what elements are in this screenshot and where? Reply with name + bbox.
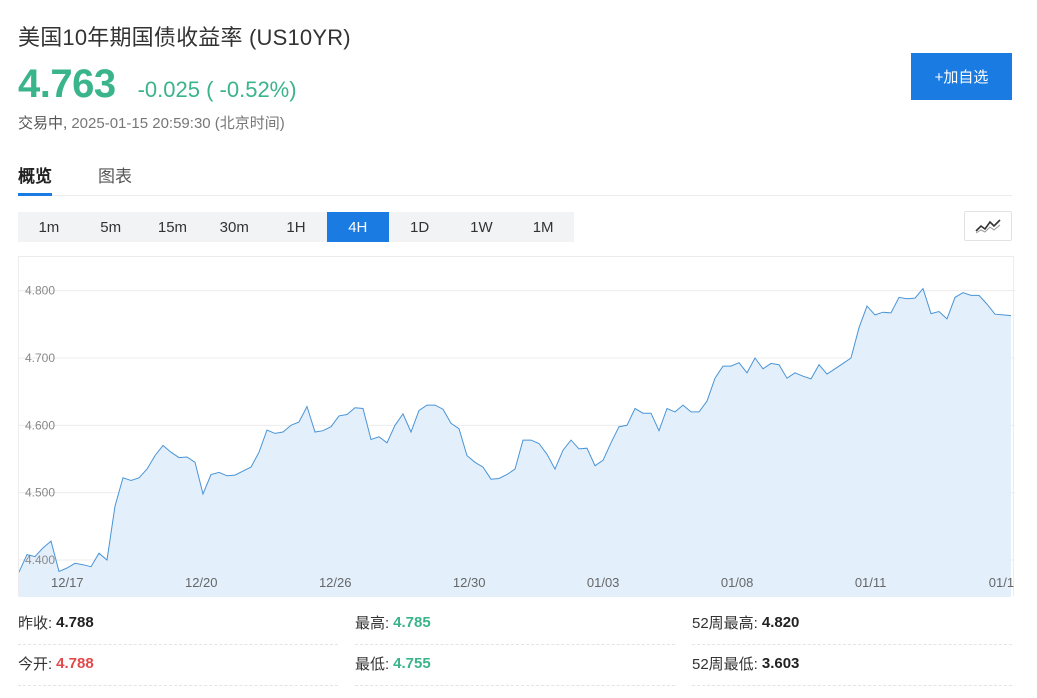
stat-52w-low: 52周最低: 3.603 <box>692 645 799 681</box>
stat-label: 昨收: <box>18 614 53 632</box>
stat-label: 今开: <box>18 655 53 673</box>
line-chart-icon <box>975 219 1001 234</box>
stat-high: 最高: 4.785 <box>355 604 431 640</box>
stat-prev-close: 昨收: 4.788 <box>18 604 94 640</box>
price-change: -0.025 ( -0.52%) <box>137 77 297 102</box>
stat-value: 4.755 <box>393 654 431 672</box>
stat-low: 最低: 4.755 <box>355 645 431 681</box>
period-selector: 1m 5m 15m 30m 1H 4H 1D 1W 1M <box>18 212 574 242</box>
tab-bar: 概览 图表 <box>18 158 1012 196</box>
price-row: 4.763 -0.025 ( -0.52%) <box>18 62 297 107</box>
stat-value: 3.603 <box>761 654 800 672</box>
chart-type-button[interactable] <box>964 211 1012 241</box>
period-1w[interactable]: 1W <box>450 212 512 242</box>
period-30m[interactable]: 30m <box>203 212 265 242</box>
tab-chart[interactable]: 图表 <box>98 162 132 196</box>
stat-value: 4.785 <box>393 613 431 631</box>
period-1d[interactable]: 1D <box>389 212 451 242</box>
stat-label: 52周最高: <box>692 614 758 632</box>
period-15m[interactable]: 15m <box>142 212 204 242</box>
stat-52w-high: 52周最高: 4.820 <box>692 604 799 640</box>
x-tick-label: 12/26 <box>319 575 352 590</box>
period-1m[interactable]: 1m <box>18 212 80 242</box>
x-tick-label: 01/1 <box>989 575 1014 590</box>
y-tick-label: 4.800 <box>25 284 55 298</box>
x-tick-label: 01/03 <box>587 575 620 590</box>
x-tick-label: 12/20 <box>185 575 218 590</box>
period-1mo[interactable]: 1M <box>512 212 574 242</box>
x-tick-label: 01/08 <box>721 575 754 590</box>
stat-open: 今开: 4.788 <box>18 645 94 681</box>
divider <box>692 685 1012 686</box>
divider <box>355 685 675 686</box>
tab-overview[interactable]: 概览 <box>18 162 52 196</box>
period-1h[interactable]: 1H <box>265 212 327 242</box>
current-price: 4.763 <box>18 62 116 106</box>
y-tick-label: 4.600 <box>25 418 55 432</box>
status-label: 交易中, <box>18 115 68 132</box>
page-title: 美国10年期国债收益率 (US10YR) <box>18 25 351 50</box>
x-tick-label: 12/30 <box>453 575 486 590</box>
x-tick-label: 12/17 <box>51 575 84 590</box>
chart-canvas: 4.800 4.700 4.600 4.500 4.400 12/17 12/20 12/26… <box>19 284 1015 597</box>
stat-label: 最高: <box>355 614 390 632</box>
timestamp: 2025-01-15 20:59:30 (北京时间) <box>71 115 285 132</box>
chart-area-fill <box>19 288 1011 597</box>
period-4h[interactable]: 4H <box>326 212 389 242</box>
price-chart: 4.800 4.700 4.600 4.500 4.400 12/17 12/20 12/26… <box>18 256 1015 597</box>
stat-label: 最低: <box>355 655 390 673</box>
add-watchlist-button[interactable]: +加自选 <box>911 53 1012 100</box>
period-5m[interactable]: 5m <box>80 212 142 242</box>
y-tick-label: 4.500 <box>25 486 55 500</box>
stat-label: 52周最低: <box>692 655 758 673</box>
stat-value: 4.788 <box>56 613 94 631</box>
x-tick-label: 01/11 <box>855 575 887 590</box>
divider <box>18 685 338 686</box>
stat-value: 4.820 <box>761 613 800 631</box>
y-tick-label: 4.700 <box>25 351 55 365</box>
trading-status: 交易中, 2025-01-15 20:59:30 (北京时间) <box>18 112 285 133</box>
stat-value: 4.788 <box>56 654 94 672</box>
y-tick-label: 4.400 <box>25 553 55 567</box>
